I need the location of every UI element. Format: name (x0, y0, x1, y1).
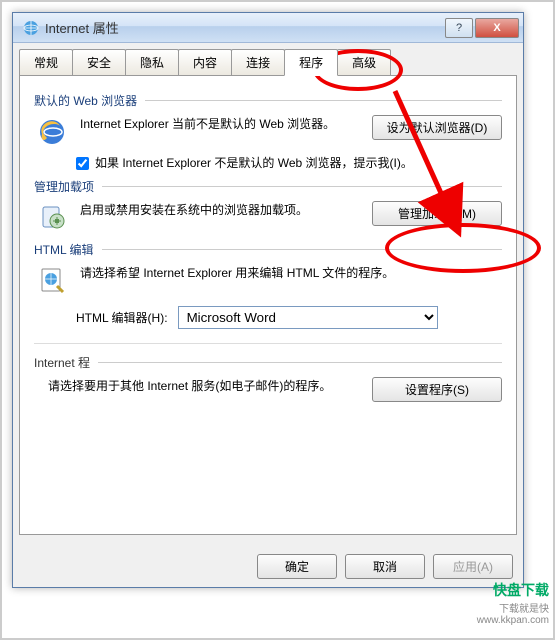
tab-general[interactable]: 常规 (19, 49, 73, 75)
tab-strip: 常规 安全 隐私 内容 连接 程序 高级 (13, 43, 523, 75)
html-editor-label: HTML 编辑器(H): (76, 309, 168, 326)
section-default-browser-title: 默认的 Web 浏览器 (34, 92, 502, 109)
prompt-default-label: 如果 Internet Explorer 不是默认的 Web 浏览器，提示我(I… (95, 155, 502, 172)
section-internet-programs-title: Internet 程 (34, 354, 502, 371)
section-html-edit-title: HTML 编辑 (34, 241, 502, 258)
html-edit-icon (34, 264, 70, 296)
addons-icon (34, 201, 70, 233)
tab-panel-programs: 默认的 Web 浏览器 Internet Explorer 当前不是默认的 We… (19, 75, 517, 535)
window-title: Internet 属性 (45, 18, 443, 37)
tab-content[interactable]: 内容 (178, 49, 232, 75)
internet-programs-text: 请选择要用于其他 Internet 服务(如电子邮件)的程序。 (48, 377, 362, 402)
tab-privacy[interactable]: 隐私 (125, 49, 179, 75)
html-editor-select[interactable]: Microsoft Word (178, 306, 438, 329)
prompt-default-checkbox[interactable] (76, 157, 89, 170)
tab-advanced[interactable]: 高级 (337, 49, 391, 75)
ok-button[interactable]: 确定 (257, 554, 337, 579)
titlebar[interactable]: Internet 属性 ? X (13, 13, 523, 43)
html-edit-text: 请选择希望 Internet Explorer 用来编辑 HTML 文件的程序。 (70, 264, 502, 282)
tab-programs[interactable]: 程序 (284, 49, 338, 76)
dialog-footer: 确定 取消 应用(A) (257, 554, 513, 579)
set-programs-button[interactable]: 设置程序(S) (372, 377, 502, 402)
internet-icon (23, 20, 39, 36)
section-addons-title: 管理加载项 (34, 178, 502, 195)
default-browser-text: Internet Explorer 当前不是默认的 Web 浏览器。 (70, 115, 362, 133)
ie-icon (34, 115, 70, 147)
apply-button: 应用(A) (433, 554, 513, 579)
help-button[interactable]: ? (445, 18, 473, 38)
cancel-button[interactable]: 取消 (345, 554, 425, 579)
tab-connections[interactable]: 连接 (231, 49, 285, 75)
manage-addons-button[interactable]: 管理加载项(M) (372, 201, 502, 226)
addons-text: 启用或禁用安装在系统中的浏览器加载项。 (70, 201, 362, 219)
internet-properties-window: Internet 属性 ? X 常规 安全 隐私 内容 连接 程序 高级 默认的… (12, 12, 524, 588)
set-default-browser-button[interactable]: 设为默认浏览器(D) (372, 115, 502, 140)
close-button[interactable]: X (475, 18, 519, 38)
tab-security[interactable]: 安全 (72, 49, 126, 75)
